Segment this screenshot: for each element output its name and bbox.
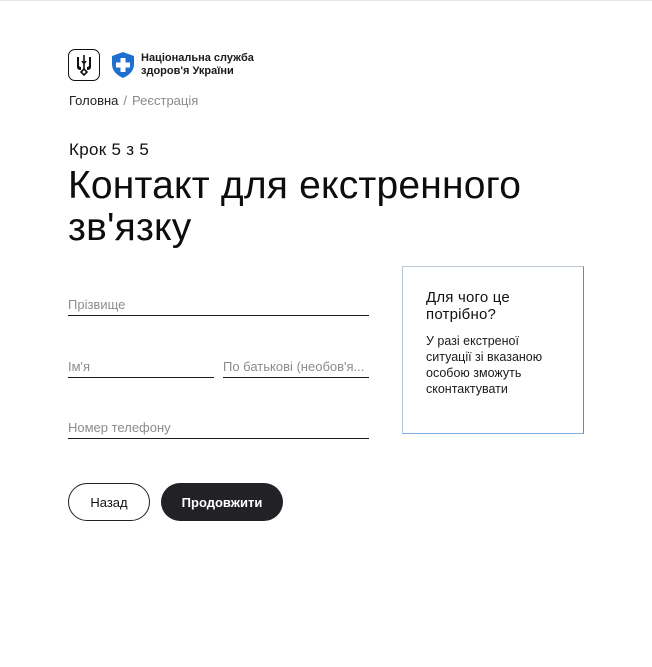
surname-field[interactable] — [68, 294, 369, 316]
trident-icon[interactable] — [68, 49, 100, 81]
continue-button[interactable]: Продовжити — [161, 483, 283, 521]
info-box: Для чого це потрібно? У разі екстреної с… — [402, 266, 584, 434]
step-indicator: Крок 5 з 5 — [69, 140, 150, 159]
phone-input[interactable] — [68, 417, 369, 437]
org-name-line2: здоров'я України — [141, 65, 234, 77]
surname-input[interactable] — [68, 294, 369, 314]
back-button[interactable]: Назад — [68, 483, 150, 521]
breadcrumb-home-link[interactable]: Головна — [69, 93, 118, 108]
phone-field[interactable] — [68, 417, 369, 439]
breadcrumb: Головна / Реєстрація — [69, 93, 198, 109]
page-title: Контакт для екстренного зв'язку — [68, 164, 522, 249]
info-text: У разі екстреної ситуації зі вказаною ос… — [426, 334, 543, 396]
top-divider — [0, 0, 652, 1]
shield-icon — [112, 52, 134, 78]
patronymic-field[interactable] — [223, 356, 369, 378]
nszu-shield-cross-icon[interactable] — [110, 51, 136, 79]
name-input[interactable] — [68, 356, 214, 376]
org-name-line1: Національна служба — [141, 52, 254, 64]
org-name: Національна служба здоров'я України — [141, 52, 281, 78]
name-field[interactable] — [68, 356, 214, 378]
info-title: Для чого це потрібно? — [426, 289, 510, 323]
trident-icon-graphic — [77, 55, 91, 76]
breadcrumb-current: Реєстрація — [132, 93, 199, 108]
patronymic-input[interactable] — [223, 356, 369, 376]
breadcrumb-separator: / — [123, 93, 128, 108]
